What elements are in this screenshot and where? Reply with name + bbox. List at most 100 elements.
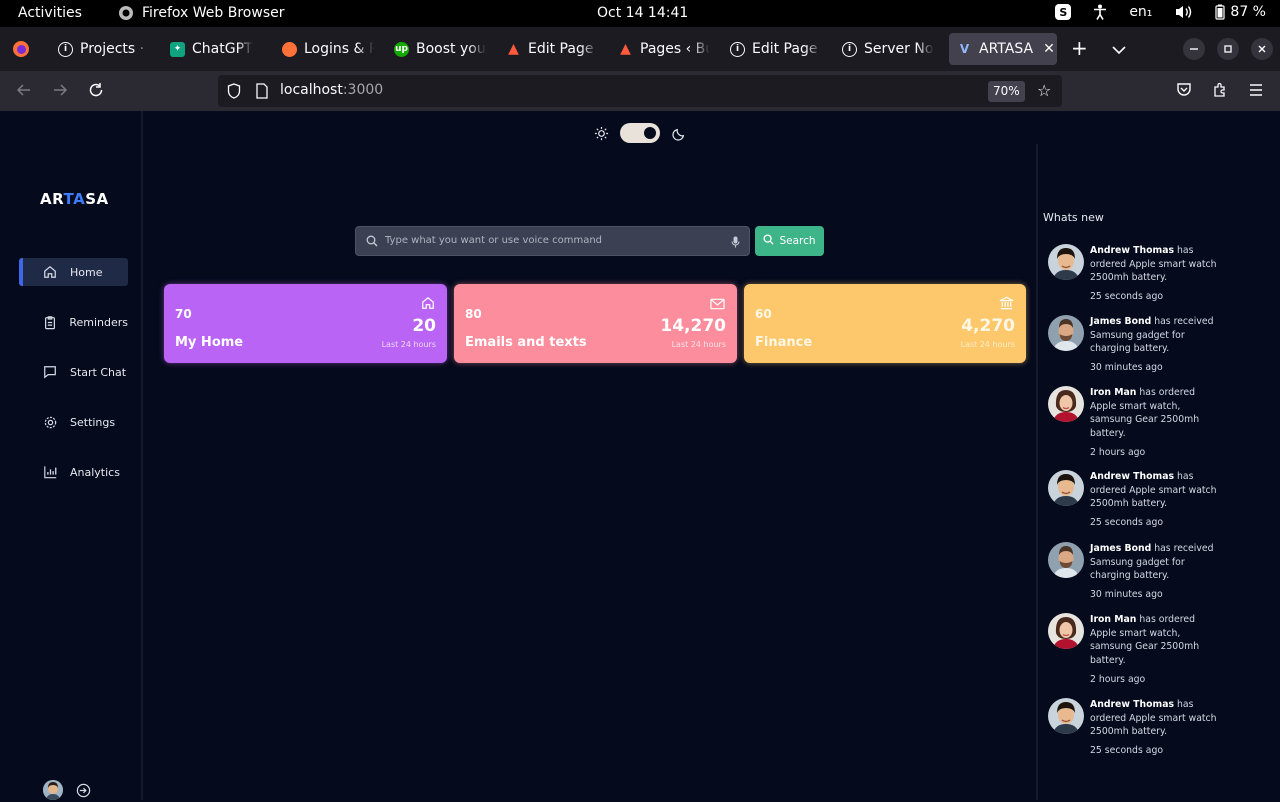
feed-user-name: Iron Man xyxy=(1090,614,1137,625)
forward-icon[interactable] xyxy=(52,82,68,102)
sidebar-item-analytics[interactable]: Analytics xyxy=(19,458,128,486)
app-name: Firefox Web Browser xyxy=(142,5,285,21)
artasa-logo[interactable]: ARTASA xyxy=(40,190,109,208)
tab-artasa[interactable]: V ARTASA ✕ xyxy=(949,33,1057,65)
feed-time: 25 seconds ago xyxy=(1090,291,1164,302)
upwork-icon: up xyxy=(394,41,409,57)
card-period: Last 24 hours xyxy=(381,340,436,349)
theme-toggle[interactable] xyxy=(620,123,660,143)
list-item[interactable]: Iron Man has ordered Apple smart watch, … xyxy=(1048,613,1223,686)
sun-icon[interactable] xyxy=(594,126,609,145)
battery-icon xyxy=(1215,4,1226,20)
avatar xyxy=(1048,244,1084,280)
home-icon xyxy=(421,295,435,314)
list-item[interactable]: Andrew Thomas has ordered Apple smart wa… xyxy=(1048,244,1223,303)
page-info-icon[interactable] xyxy=(255,83,269,103)
minimize-window-icon[interactable] xyxy=(1183,38,1205,60)
search-icon xyxy=(763,234,775,248)
search-input[interactable]: Type what you want or use voice command xyxy=(355,226,750,256)
tab-boost[interactable]: up Boost your xyxy=(386,33,486,65)
volume-icon xyxy=(1176,6,1192,18)
tab-server-not-found[interactable]: i Server Not xyxy=(834,33,934,65)
app-menu[interactable]: Firefox Web Browser xyxy=(118,5,285,21)
search-button[interactable]: Search xyxy=(755,226,824,256)
back-icon[interactable] xyxy=(16,82,32,102)
firefox-icon xyxy=(119,6,133,20)
microphone-icon[interactable] xyxy=(731,236,740,251)
feed-message: James Bond has received Samsung gadget f… xyxy=(1090,315,1220,356)
card-label: My Home xyxy=(175,335,244,350)
card-finance[interactable]: 60 Finance 4,270 Last 24 hours xyxy=(744,284,1026,363)
list-tabs-icon[interactable] xyxy=(1112,40,1126,59)
feed-user-name: Andrew Thomas xyxy=(1090,471,1175,482)
sidebar-item-reminders[interactable]: Reminders xyxy=(19,308,128,336)
tab-projects[interactable]: i Projects · D xyxy=(50,33,150,65)
sidebar-item-label: Home xyxy=(70,265,103,279)
list-item[interactable]: James Bond has received Samsung gadget f… xyxy=(1048,315,1223,374)
bookmark-star-icon[interactable]: ☆ xyxy=(1037,81,1051,100)
reload-icon[interactable] xyxy=(88,82,104,102)
list-item[interactable]: Andrew Thomas has ordered Apple smart wa… xyxy=(1048,470,1223,529)
triangle-icon: ▲ xyxy=(620,41,631,57)
skype-icon: S xyxy=(1055,4,1072,20)
sidebar-item-settings[interactable]: Settings xyxy=(19,408,128,436)
new-tab-icon[interactable]: + xyxy=(1071,36,1088,60)
search-button-label: Search xyxy=(779,235,816,247)
firefox-icon xyxy=(282,41,297,57)
extensions-icon[interactable] xyxy=(1212,82,1228,102)
bank-icon xyxy=(999,295,1014,314)
sidebar-item-start-chat[interactable]: Start Chat xyxy=(19,358,128,386)
clipboard-icon xyxy=(42,314,57,330)
list-item[interactable]: Iron Man has ordered Apple smart watch, … xyxy=(1048,386,1223,459)
info-icon: i xyxy=(730,41,745,57)
info-icon: i xyxy=(842,41,857,57)
card-value: 20 xyxy=(412,316,436,336)
logout-icon[interactable] xyxy=(76,783,91,802)
activities-button[interactable]: Activities xyxy=(18,5,82,21)
tab-edit-page-1[interactable]: ▲ Edit Page ‹ xyxy=(498,33,598,65)
sidebar-item-home[interactable]: Home xyxy=(19,258,128,286)
feed-user-name: Iron Man xyxy=(1090,387,1137,398)
avatar xyxy=(1048,698,1084,734)
tab-logins[interactable]: Logins & P xyxy=(274,33,374,65)
tab-pages[interactable]: ▲ Pages ‹ Bu xyxy=(610,33,710,65)
firefox-view-button[interactable] xyxy=(12,40,30,62)
feed-message: Iron Man has ordered Apple smart watch, … xyxy=(1090,613,1220,668)
feed-time: 2 hours ago xyxy=(1090,674,1146,685)
tab-chatgpt[interactable]: ✦ ChatGPT xyxy=(162,33,262,65)
pocket-icon[interactable] xyxy=(1176,82,1192,102)
card-period: Last 24 hours xyxy=(960,340,1015,349)
card-emails-and-texts[interactable]: 80 Emails and texts 14,270 Last 24 hours xyxy=(454,284,737,363)
toggle-knob xyxy=(644,127,656,139)
feed-time: 30 minutes ago xyxy=(1090,589,1163,600)
app-menu-icon[interactable] xyxy=(1248,82,1264,102)
close-window-icon[interactable] xyxy=(1251,38,1273,60)
gear-icon xyxy=(42,414,58,430)
sidebar-item-label: Reminders xyxy=(69,315,128,329)
list-item[interactable]: James Bond has received Samsung gadget f… xyxy=(1048,542,1223,601)
url-bar[interactable]: localhost:3000 70% ☆ xyxy=(218,75,1062,107)
card-label: Emails and texts xyxy=(465,335,587,350)
avatar xyxy=(1048,470,1084,506)
avatar xyxy=(1048,386,1084,422)
close-tab-icon[interactable]: ✕ xyxy=(1043,41,1055,57)
system-tray[interactable]: S en₁ 87 % xyxy=(1055,4,1266,20)
list-item[interactable]: Andrew Thomas has ordered Apple smart wa… xyxy=(1048,698,1223,757)
feed-user-name: James Bond xyxy=(1090,543,1152,554)
feed-user-name: James Bond xyxy=(1090,316,1152,327)
user-avatar[interactable] xyxy=(43,780,63,800)
accessibility-icon xyxy=(1094,4,1107,20)
feed-message: Andrew Thomas has ordered Apple smart wa… xyxy=(1090,698,1220,739)
shield-icon[interactable] xyxy=(227,83,241,103)
moon-icon[interactable] xyxy=(672,126,686,145)
card-my-home[interactable]: 70 My Home 20 Last 24 hours xyxy=(164,284,447,363)
card-count: 80 xyxy=(465,307,482,321)
tab-edit-page-2[interactable]: i Edit Page ‹ xyxy=(722,33,822,65)
maximize-window-icon[interactable] xyxy=(1217,38,1239,60)
triangle-icon: ▲ xyxy=(508,41,519,57)
chat-icon xyxy=(42,364,58,380)
avatar xyxy=(1048,315,1084,351)
chatgpt-icon: ✦ xyxy=(170,41,185,57)
zoom-level[interactable]: 70% xyxy=(988,81,1025,102)
clock[interactable]: Oct 14 14:41 xyxy=(597,5,688,21)
